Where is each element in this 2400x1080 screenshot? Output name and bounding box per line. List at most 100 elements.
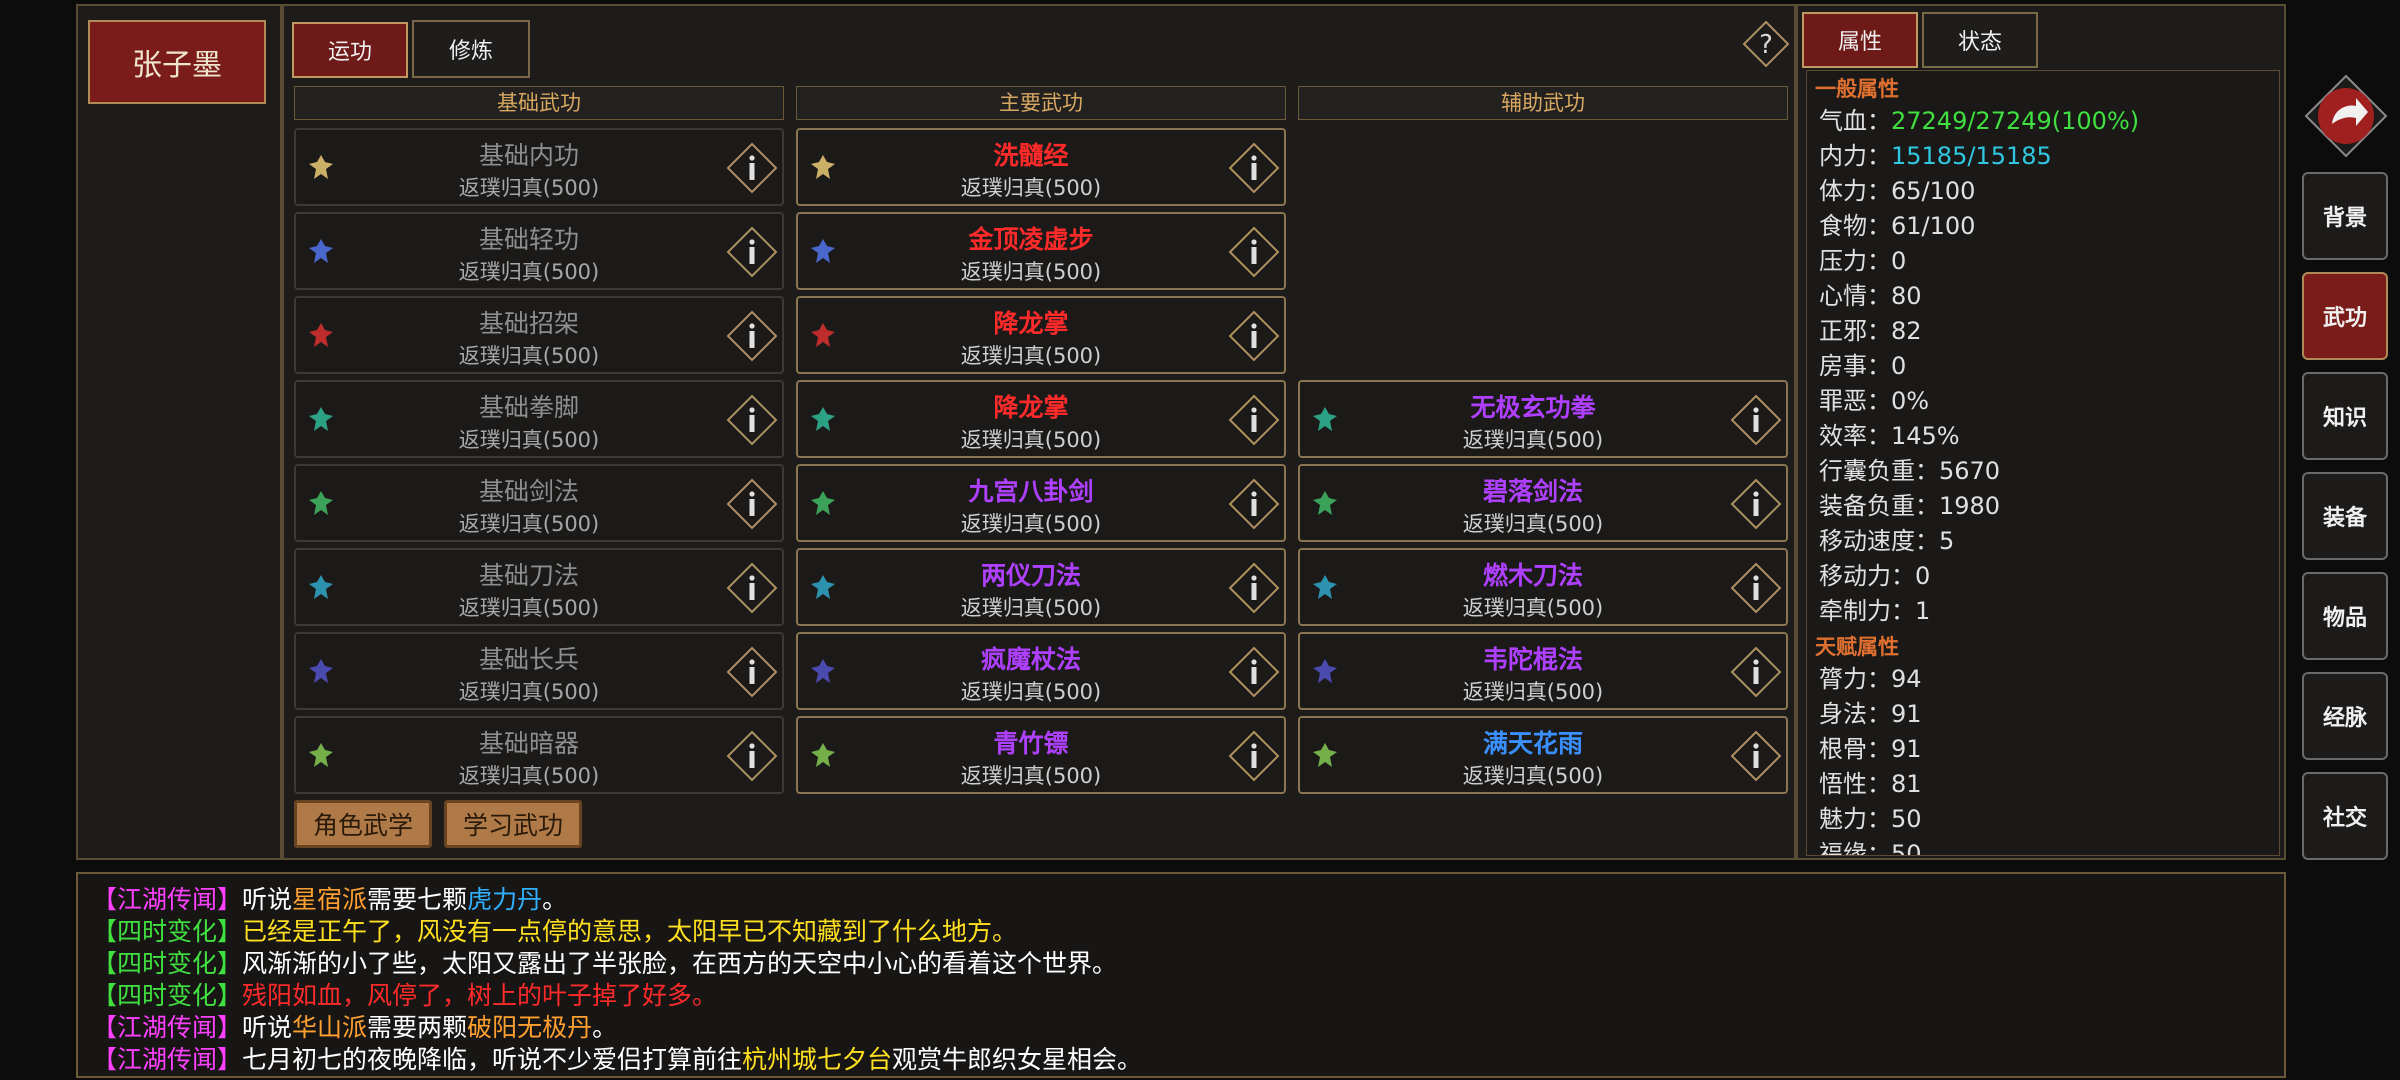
martial-art-cell-basic[interactable]: 基础长兵 返璞归真(500) — [294, 632, 784, 710]
martial-art-level: 返璞归真(500) — [960, 512, 1102, 536]
side-nav-5[interactable]: 经脉 — [2302, 672, 2388, 760]
martial-art-cell-basic[interactable]: 基础招架 返璞归真(500) — [294, 296, 784, 374]
info-icon[interactable] — [726, 478, 778, 530]
info-icon[interactable] — [1730, 394, 1782, 446]
info-icon[interactable] — [726, 646, 778, 698]
martial-art-icon — [309, 491, 333, 515]
martial-art-cell-aux[interactable]: 满天花雨 返璞归真(500) — [1298, 716, 1788, 794]
martial-art-name: 金顶凌虚步 — [968, 225, 1094, 254]
stat-value: 91 — [1891, 735, 1922, 763]
martial-art-name: 基础轻功 — [478, 225, 579, 254]
martial-art-icon — [1313, 491, 1337, 515]
martial-art-name: 基础招架 — [478, 309, 579, 338]
log-segment: 已经是正午了，风没有一点停的意思，太阳早已不知藏到了什么地方。 — [242, 917, 1018, 946]
martial-art-icon — [811, 659, 835, 683]
info-icon[interactable] — [1228, 730, 1280, 782]
martial-art-cell-aux[interactable]: 韦陀棍法 返璞归真(500) — [1298, 632, 1788, 710]
martial-art-cell-basic[interactable]: 基础拳脚 返璞归真(500) — [294, 380, 784, 458]
info-icon[interactable] — [1228, 394, 1280, 446]
info-icon[interactable] — [726, 310, 778, 362]
tab-xiulian[interactable]: 修炼 — [412, 20, 530, 78]
martial-art-name: 基础长兵 — [478, 645, 579, 674]
role-martial-button[interactable]: 角色武学 — [294, 800, 432, 848]
martial-art-cell-main[interactable]: 青竹镖 返璞归真(500) — [796, 716, 1286, 794]
learn-martial-button[interactable]: 学习武功 — [444, 800, 582, 848]
side-nav-1[interactable]: 武功 — [2302, 272, 2388, 360]
side-nav-4[interactable]: 物品 — [2302, 572, 2388, 660]
stat-label: 行囊负重： — [1819, 457, 1939, 485]
info-icon[interactable] — [1228, 226, 1280, 278]
stat-value: 15185/15185 — [1891, 142, 2052, 170]
stat-label: 效率： — [1819, 422, 1891, 450]
stat-row: 行囊负重：5670 — [1819, 451, 2000, 486]
talent-row: 悟性：81 — [1819, 764, 1922, 799]
martial-art-level: 返璞归真(500) — [458, 764, 600, 788]
stat-value: 61/100 — [1891, 212, 1976, 240]
stat-label: 罪恶： — [1819, 387, 1891, 415]
martial-art-cell-main[interactable]: 疯魔杖法 返璞归真(500) — [796, 632, 1286, 710]
info-icon[interactable] — [726, 394, 778, 446]
info-icon[interactable] — [1228, 562, 1280, 614]
martial-art-level: 返璞归真(500) — [960, 764, 1102, 788]
martial-art-cell-basic[interactable]: 基础暗器 返璞归真(500) — [294, 716, 784, 794]
info-icon[interactable] — [1730, 646, 1782, 698]
martial-art-name: 碧落剑法 — [1482, 477, 1583, 506]
log-segment: 虎力丹 — [467, 885, 543, 914]
log-segment: 七月初七的夜晚降临，听说不少爱侣打算前往 — [242, 1045, 743, 1074]
general-attributes-title: 一般属性 — [1815, 77, 1899, 101]
help-icon[interactable]: ? — [1742, 20, 1790, 68]
tab-yungong[interactable]: 运功 — [292, 22, 408, 78]
talent-row: 身法：91 — [1819, 694, 1922, 729]
martial-art-cell-main[interactable]: 九宫八卦剑 返璞归真(500) — [796, 464, 1286, 542]
stat-value: 50 — [1891, 840, 1922, 856]
side-nav-2[interactable]: 知识 — [2302, 372, 2388, 460]
back-arrow-icon[interactable] — [2304, 74, 2388, 158]
martial-art-level: 返璞归真(500) — [1462, 764, 1604, 788]
stat-value: 0 — [1891, 352, 1907, 380]
martial-art-cell-main[interactable]: 洗髓经 返璞归真(500) — [796, 128, 1286, 206]
martial-art-cell-aux[interactable]: 碧落剑法 返璞归真(500) — [1298, 464, 1788, 542]
column-header-basic: 基础武功 — [294, 86, 784, 120]
log-line: 【江湖传闻】听说星宿派需要七颗虎力丹。 — [92, 880, 567, 916]
stats-list[interactable]: 一般属性 气血：27249/27249(100%) 内力：15185/15185 体… — [1806, 70, 2280, 856]
martial-art-name: 无极玄功拳 — [1470, 393, 1596, 422]
martial-art-cell-aux[interactable]: 燃木刀法 返璞归真(500) — [1298, 548, 1788, 626]
info-icon[interactable] — [1228, 310, 1280, 362]
log-segment: 观赏牛郎织女星相会。 — [892, 1045, 1143, 1074]
side-nav-6[interactable]: 社交 — [2302, 772, 2388, 860]
martial-art-cell-aux[interactable]: 无极玄功拳 返璞归真(500) — [1298, 380, 1788, 458]
martial-art-cell-basic[interactable]: 基础刀法 返璞归真(500) — [294, 548, 784, 626]
info-icon[interactable] — [726, 142, 778, 194]
info-icon[interactable] — [1730, 478, 1782, 530]
info-icon[interactable] — [1730, 730, 1782, 782]
stat-row: 正邪：82 — [1819, 311, 1922, 346]
info-icon[interactable] — [1228, 142, 1280, 194]
tab-attributes[interactable]: 属性 — [1802, 12, 1918, 68]
martial-art-cell-main[interactable]: 金顶凌虚步 返璞归真(500) — [796, 212, 1286, 290]
stat-label: 房事： — [1819, 352, 1891, 380]
log-segment: 杭州城七夕台 — [742, 1045, 893, 1074]
info-icon[interactable] — [726, 226, 778, 278]
log-segment: 【四时变化】 — [92, 949, 243, 978]
martial-art-cell-main[interactable]: 降龙掌 返璞归真(500) — [796, 380, 1286, 458]
stat-value: 0 — [1915, 562, 1931, 590]
martial-art-cell-main[interactable]: 降龙掌 返璞归真(500) — [796, 296, 1286, 374]
info-icon[interactable] — [1228, 646, 1280, 698]
info-icon[interactable] — [726, 562, 778, 614]
martial-art-cell-main[interactable]: 两仪刀法 返璞归真(500) — [796, 548, 1286, 626]
side-nav-3[interactable]: 装备 — [2302, 472, 2388, 560]
info-icon[interactable] — [1730, 562, 1782, 614]
side-nav-0[interactable]: 背景 — [2302, 172, 2388, 260]
stat-label: 压力： — [1819, 247, 1891, 275]
martial-art-cell-basic[interactable]: 基础轻功 返璞归真(500) — [294, 212, 784, 290]
martial-art-cell-basic[interactable]: 基础剑法 返璞归真(500) — [294, 464, 784, 542]
martial-art-cell-basic[interactable]: 基础内功 返璞归真(500) — [294, 128, 784, 206]
tab-status[interactable]: 状态 — [1922, 12, 2038, 68]
info-icon[interactable] — [726, 730, 778, 782]
martial-art-name: 降龙掌 — [993, 393, 1069, 422]
martial-art-icon — [309, 743, 333, 767]
info-icon[interactable] — [1228, 478, 1280, 530]
log-segment: 需要七颗 — [367, 885, 468, 914]
martial-art-icon — [811, 575, 835, 599]
character-button[interactable]: 张子墨 — [88, 20, 266, 104]
